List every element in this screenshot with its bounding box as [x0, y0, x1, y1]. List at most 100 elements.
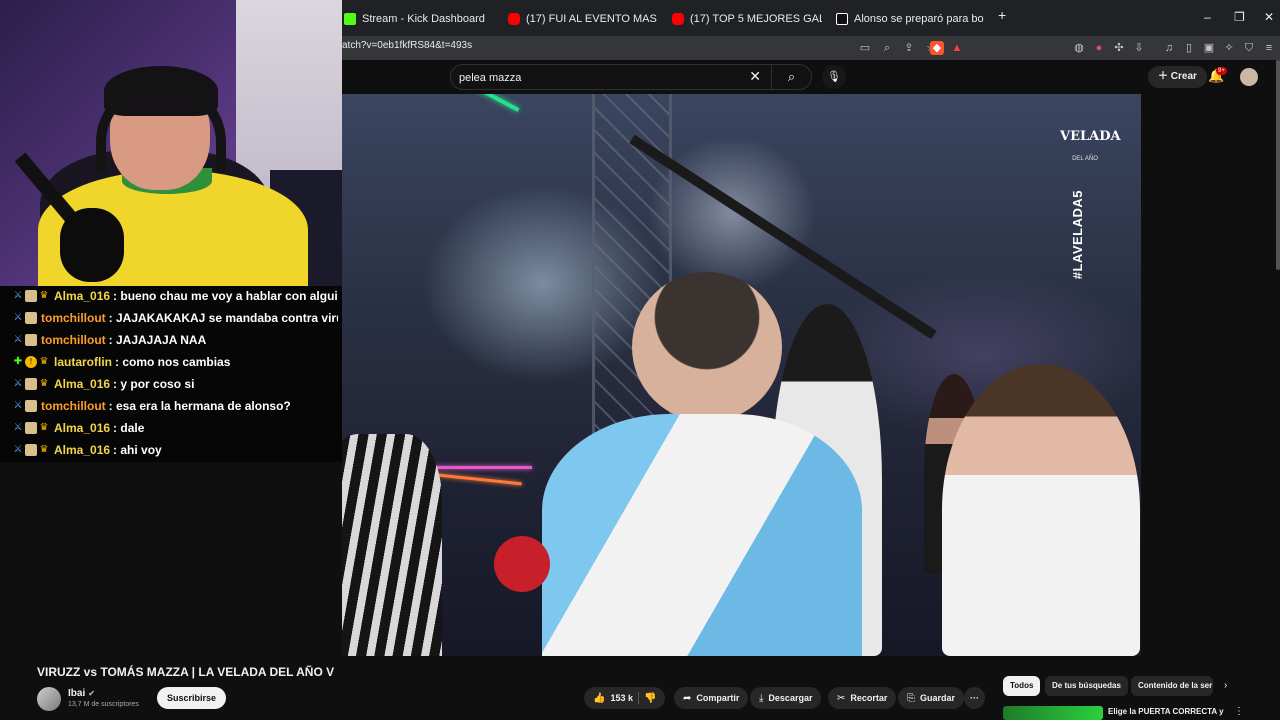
notifications-badge: 9+ — [1216, 67, 1227, 75]
chat-username[interactable]: Alma_016 — [54, 377, 110, 391]
account-avatar[interactable] — [1240, 68, 1258, 86]
chat-message: ✚! ♛ lautaroflin : como nos cambias — [12, 352, 338, 372]
share-icon: ➦ — [683, 692, 692, 704]
zoom-icon[interactable]: ⌕ — [880, 41, 894, 55]
media-controls-icon[interactable]: ♫ — [1162, 41, 1176, 55]
download-label: Descargar — [768, 693, 813, 703]
chat-username[interactable]: lautaroflin — [54, 355, 112, 369]
coin-icon: ! — [25, 356, 37, 368]
brave-rewards-icon[interactable]: ▲ — [950, 41, 964, 55]
create-button[interactable]: ＋ Crear — [1148, 66, 1207, 88]
chip-series-content[interactable]: Contenido de la ser — [1131, 676, 1213, 696]
chip-todos[interactable]: Todos — [1003, 676, 1041, 696]
share-button[interactable]: ➦ Compartir — [674, 687, 749, 709]
maximize-button[interactable]: ❐ — [1234, 10, 1245, 24]
video-info: VIRUZZ vs TOMÁS MAZZA | LA VELADA DEL AÑ… — [0, 656, 1280, 720]
tab-youtube-galletitas[interactable]: (17) TOP 5 MEJORES GALLETITAS DE — [672, 8, 822, 30]
extension-globe-icon[interactable]: ◍ — [1072, 41, 1086, 55]
share-page-icon[interactable]: ⇪ — [902, 41, 916, 55]
plus-icon: ✚ — [13, 356, 23, 367]
video-player[interactable]: VELADA DEL AÑO #LAVELADA5 — [342, 94, 1141, 656]
leo-ai-icon[interactable]: ✧ — [1222, 41, 1236, 55]
recommended-thumbnail[interactable] — [1003, 706, 1103, 720]
dislike-icon[interactable]: 👎 — [644, 693, 656, 704]
recommended-title[interactable]: Elige la PUERTA CORRECTA y — [1108, 707, 1224, 716]
side-panel-icon[interactable]: ▯ — [1182, 41, 1196, 55]
sub-badge-icon — [25, 422, 37, 434]
save-label: Guardar — [920, 693, 956, 703]
more-actions-button[interactable]: ··· — [964, 687, 985, 709]
screen: Stream - Kick Dashboard (17) FUI AL EVEN… — [0, 0, 1280, 720]
chat-message: ⚔ ♛ Alma_016 : y por coso si — [12, 374, 338, 394]
extensions-puzzle-icon[interactable]: ✣ — [1112, 41, 1126, 55]
chat-badges: ⚔ — [12, 312, 37, 324]
like-icon[interactable]: 👍 — [593, 693, 605, 704]
sub-badge-icon — [25, 378, 37, 390]
chat-username[interactable]: Alma_016 — [54, 443, 110, 457]
new-tab-button[interactable]: + — [998, 7, 1006, 23]
sub-badge-icon — [25, 334, 37, 346]
chat-badges: ✚! ♛ — [12, 356, 50, 368]
sword-icon: ⚔ — [13, 378, 23, 389]
minimize-button[interactable]: – — [1204, 10, 1211, 24]
search-box: ✕ ⌕ — [450, 64, 812, 90]
chevron-right-icon[interactable]: › — [1224, 680, 1227, 691]
search-input[interactable] — [459, 69, 749, 87]
chat-username[interactable]: tomchillout — [41, 311, 106, 325]
extension-record-icon[interactable]: ● — [1092, 41, 1106, 55]
channel-avatar[interactable] — [37, 687, 61, 711]
more-vert-icon[interactable]: ⋮ — [1234, 706, 1244, 717]
chat-username[interactable]: Alma_016 — [54, 289, 110, 303]
referee-figure — [342, 434, 442, 656]
close-window-button[interactable]: ✕ — [1264, 10, 1274, 24]
tab-kick-dashboard[interactable]: Stream - Kick Dashboard — [344, 8, 502, 30]
wallet-icon[interactable]: ▣ — [1202, 41, 1216, 55]
chat-text: : como nos cambias — [115, 355, 231, 369]
tab-label: (17) TOP 5 MEJORES GALLETITAS DE — [690, 13, 822, 25]
search-icon[interactable]: ⌕ — [771, 65, 811, 89]
velada-logo-sub: DEL AÑO — [1072, 156, 1098, 162]
tab-youtube-evento[interactable]: (17) FUI AL EVENTO MAS GRANDE D — [508, 8, 658, 30]
clip-label: Recortar — [850, 693, 888, 703]
vpn-icon[interactable]: ⛉ — [1242, 41, 1256, 55]
channel-name[interactable]: Ibai — [68, 688, 85, 699]
microphone-icon[interactable]: 🎙 — [822, 65, 846, 89]
browser-menu-icon[interactable]: ≡ — [1262, 41, 1276, 55]
download-button[interactable]: ⤓ Descargar — [750, 687, 822, 709]
chat-username[interactable]: tomchillout — [41, 399, 106, 413]
streamer-webcam — [0, 0, 342, 286]
chat-username[interactable]: tomchillout — [41, 333, 106, 347]
crown-icon: ♛ — [39, 378, 49, 389]
chat-badges: ⚔ ♛ — [12, 290, 50, 302]
brave-shield-icon[interactable]: ◆ — [930, 41, 944, 55]
chat-text: : bueno chau me voy a hablar con alguien — [113, 289, 338, 303]
hashtag-overlay: #LAVELADA5 — [1070, 190, 1085, 280]
page-scrollbar[interactable] — [1276, 60, 1280, 270]
chat-username[interactable]: Alma_016 — [54, 421, 110, 435]
argentina-flag — [542, 414, 862, 656]
subscriber-count: 13,7 M de suscriptores — [68, 701, 139, 708]
chat-text: : esa era la hermana de alonso? — [108, 399, 291, 413]
sub-badge-icon — [25, 444, 37, 456]
chat-message: ⚔ tomchillout : JAJAKAKAKAJ se mandaba c… — [12, 308, 338, 328]
chip-from-searches[interactable]: De tus búsquedas — [1045, 676, 1128, 696]
clear-search-icon[interactable]: ✕ — [749, 68, 761, 85]
clip-button[interactable]: ✂ Recortar — [828, 687, 897, 709]
chat-overlay: ⚔ ♛ Alma_016 : bueno chau me voy a hablar… — [0, 286, 342, 462]
sub-badge-icon — [25, 312, 37, 324]
like-count[interactable]: 153 k — [610, 693, 633, 703]
subscribe-button[interactable]: Suscribirse — [157, 687, 227, 709]
create-label: Crear — [1170, 71, 1197, 82]
address-bar: atch?v=0eb1fkfRS84&t=493s ▭ ⌕ ⇪ ☆ ◆ ▲ ◍ … — [342, 36, 1280, 60]
channel-name-row[interactable]: Ibai ✔ — [68, 688, 95, 699]
sword-icon: ⚔ — [13, 312, 23, 323]
tab-tiktok-alonso[interactable]: Alonso se preparó para boxear Kick — [836, 8, 984, 30]
fighter-head — [632, 272, 782, 422]
chat-text: : JAJAJAJA NAA — [108, 333, 207, 347]
youtube-icon — [672, 13, 684, 25]
install-app-icon[interactable]: ▭ — [858, 41, 872, 55]
crown-icon: ♛ — [39, 444, 49, 455]
url-field[interactable]: atch?v=0eb1fkfRS84&t=493s — [342, 40, 472, 51]
extension-download-icon[interactable]: ⇩ — [1132, 41, 1146, 55]
save-button[interactable]: ⎘ Guardar — [898, 687, 965, 709]
